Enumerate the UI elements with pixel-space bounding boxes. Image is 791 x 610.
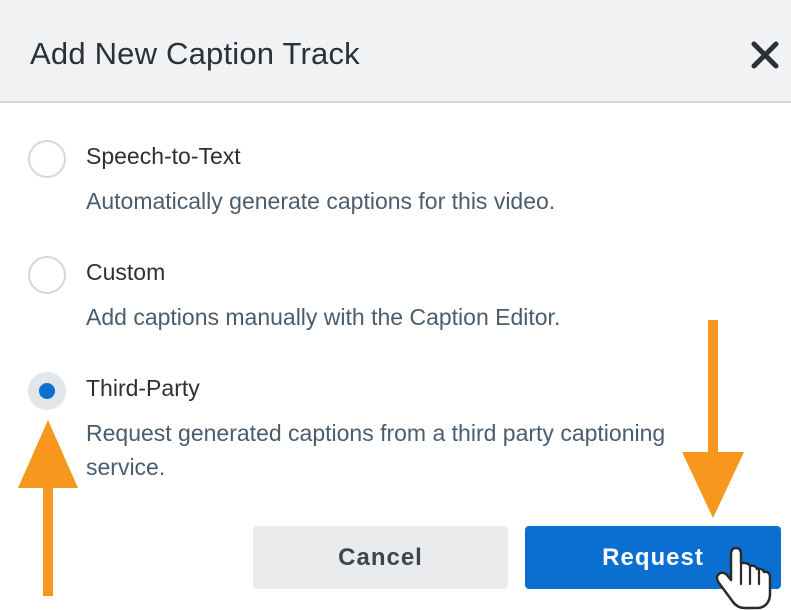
arrow-up-icon — [18, 420, 78, 596]
arrow-down-icon — [682, 320, 744, 518]
option-label: Third-Party — [86, 375, 200, 401]
hand-pointer-icon — [715, 546, 772, 610]
dialog-title: Add New Caption Track — [30, 36, 360, 71]
option-label: Custom — [86, 259, 166, 285]
close-icon — [751, 41, 779, 69]
close-button[interactable] — [748, 38, 782, 72]
radio-speech-to-text[interactable] — [28, 140, 66, 178]
radio-third-party[interactable] — [28, 372, 66, 410]
cancel-button[interactable]: Cancel — [253, 526, 508, 589]
radio-custom[interactable] — [28, 256, 66, 294]
radio-selected-dot — [39, 383, 55, 399]
option-description: Automatically generate captions for this… — [86, 188, 556, 214]
option-description: Add captions manually with the Caption E… — [86, 304, 561, 330]
caption-track-dialog: Add New Caption Track Speech-to-Text Aut… — [0, 0, 791, 610]
option-description: Request generated captions from a third … — [86, 420, 666, 480]
dialog-header: Add New Caption Track — [0, 0, 791, 103]
option-label: Speech-to-Text — [86, 143, 241, 169]
